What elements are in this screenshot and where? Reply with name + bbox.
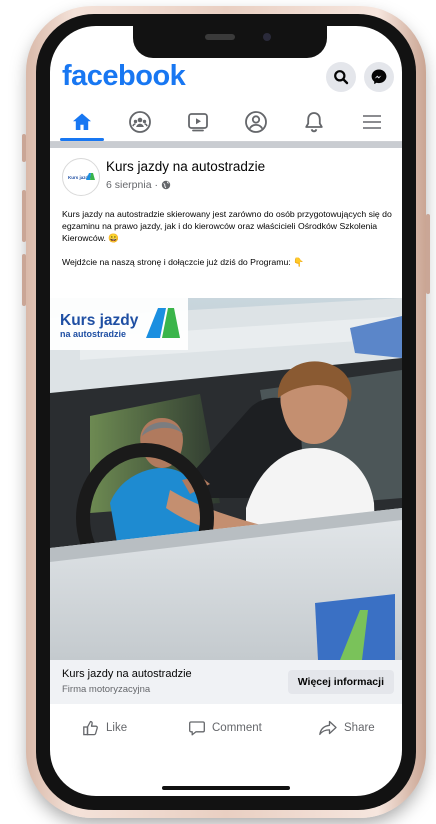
tab-menu[interactable] bbox=[343, 104, 401, 140]
post-date[interactable]: 6 sierpnia · bbox=[106, 179, 158, 191]
search-icon bbox=[334, 70, 349, 85]
home-icon bbox=[73, 113, 91, 130]
nav-tabs bbox=[50, 104, 402, 141]
profile-icon bbox=[245, 111, 267, 133]
comment-button[interactable]: Comment bbox=[188, 712, 262, 744]
home-indicator[interactable] bbox=[162, 786, 290, 790]
image-logo-line1: Kurs jazdy bbox=[60, 312, 139, 329]
tab-profile[interactable] bbox=[227, 104, 285, 140]
tab-watch[interactable] bbox=[169, 104, 227, 140]
menu-icon bbox=[363, 115, 381, 129]
share-icon bbox=[319, 720, 337, 736]
messenger-icon bbox=[371, 69, 387, 85]
phone-volume-up-button bbox=[22, 190, 26, 242]
post-meta: 6 sierpnia · bbox=[106, 179, 171, 191]
tab-notifications[interactable] bbox=[285, 104, 343, 140]
search-button[interactable] bbox=[326, 62, 356, 92]
notifications-icon bbox=[305, 112, 323, 133]
watch-icon bbox=[188, 113, 208, 132]
cta-page-name[interactable]: Kurs jazdy na autostradzie bbox=[62, 668, 192, 680]
phone-screen: facebook Kurs jazdy Kurs jazdy na autost… bbox=[50, 26, 402, 796]
front-camera bbox=[263, 33, 271, 41]
feed-separator bbox=[50, 142, 402, 148]
post-actions: Like Comment Share bbox=[50, 712, 402, 744]
globe-icon bbox=[161, 180, 171, 190]
phone-side-button bbox=[22, 134, 26, 162]
post-paragraph: Wejdźcie na naszą stronę i dołączcie już… bbox=[62, 257, 304, 267]
post-text: Kurs jazdy na autostradzie skierowany je… bbox=[62, 208, 398, 280]
kurs-jazdy-logo-icon: Kurs jazdy bbox=[67, 173, 95, 180]
groups-icon bbox=[129, 111, 151, 133]
share-label: Share bbox=[344, 722, 375, 734]
like-label: Like bbox=[106, 722, 128, 734]
like-button[interactable]: Like bbox=[82, 712, 127, 744]
page-avatar[interactable]: Kurs jazdy bbox=[62, 158, 100, 196]
like-icon bbox=[83, 720, 98, 736]
more-info-button[interactable]: Więcej informacji bbox=[287, 670, 394, 694]
cta-category: Firma motoryzacyjna bbox=[62, 684, 151, 695]
messenger-button[interactable] bbox=[364, 62, 394, 92]
comment-icon bbox=[189, 721, 205, 736]
comment-label: Comment bbox=[212, 722, 262, 734]
speaker bbox=[205, 34, 235, 40]
post-header: Kurs jazdy Kurs jazdy na autostradzie 6 … bbox=[50, 154, 402, 202]
post-image[interactable]: Kurs jazdy na autostradzie bbox=[50, 298, 402, 660]
tab-groups[interactable] bbox=[111, 104, 169, 140]
tab-home[interactable] bbox=[53, 104, 111, 140]
post-paragraph: Kurs jazdy na autostradzie skierowany je… bbox=[62, 209, 392, 243]
facebook-logo[interactable]: facebook bbox=[62, 60, 186, 93]
cta-strip: Kurs jazdy na autostradzie Firma motoryz… bbox=[50, 660, 402, 704]
app-header: facebook bbox=[50, 58, 402, 96]
share-button[interactable]: Share bbox=[318, 712, 375, 744]
post-page-name[interactable]: Kurs jazdy na autostradzie bbox=[106, 159, 265, 174]
image-logo-line2: na autostradzie bbox=[60, 329, 126, 339]
phone-power-button bbox=[426, 214, 430, 294]
phone-volume-down-button bbox=[22, 254, 26, 306]
car-driving-lesson-photo: Kurs jazdy na autostradzie bbox=[50, 298, 402, 660]
notch bbox=[133, 26, 327, 58]
